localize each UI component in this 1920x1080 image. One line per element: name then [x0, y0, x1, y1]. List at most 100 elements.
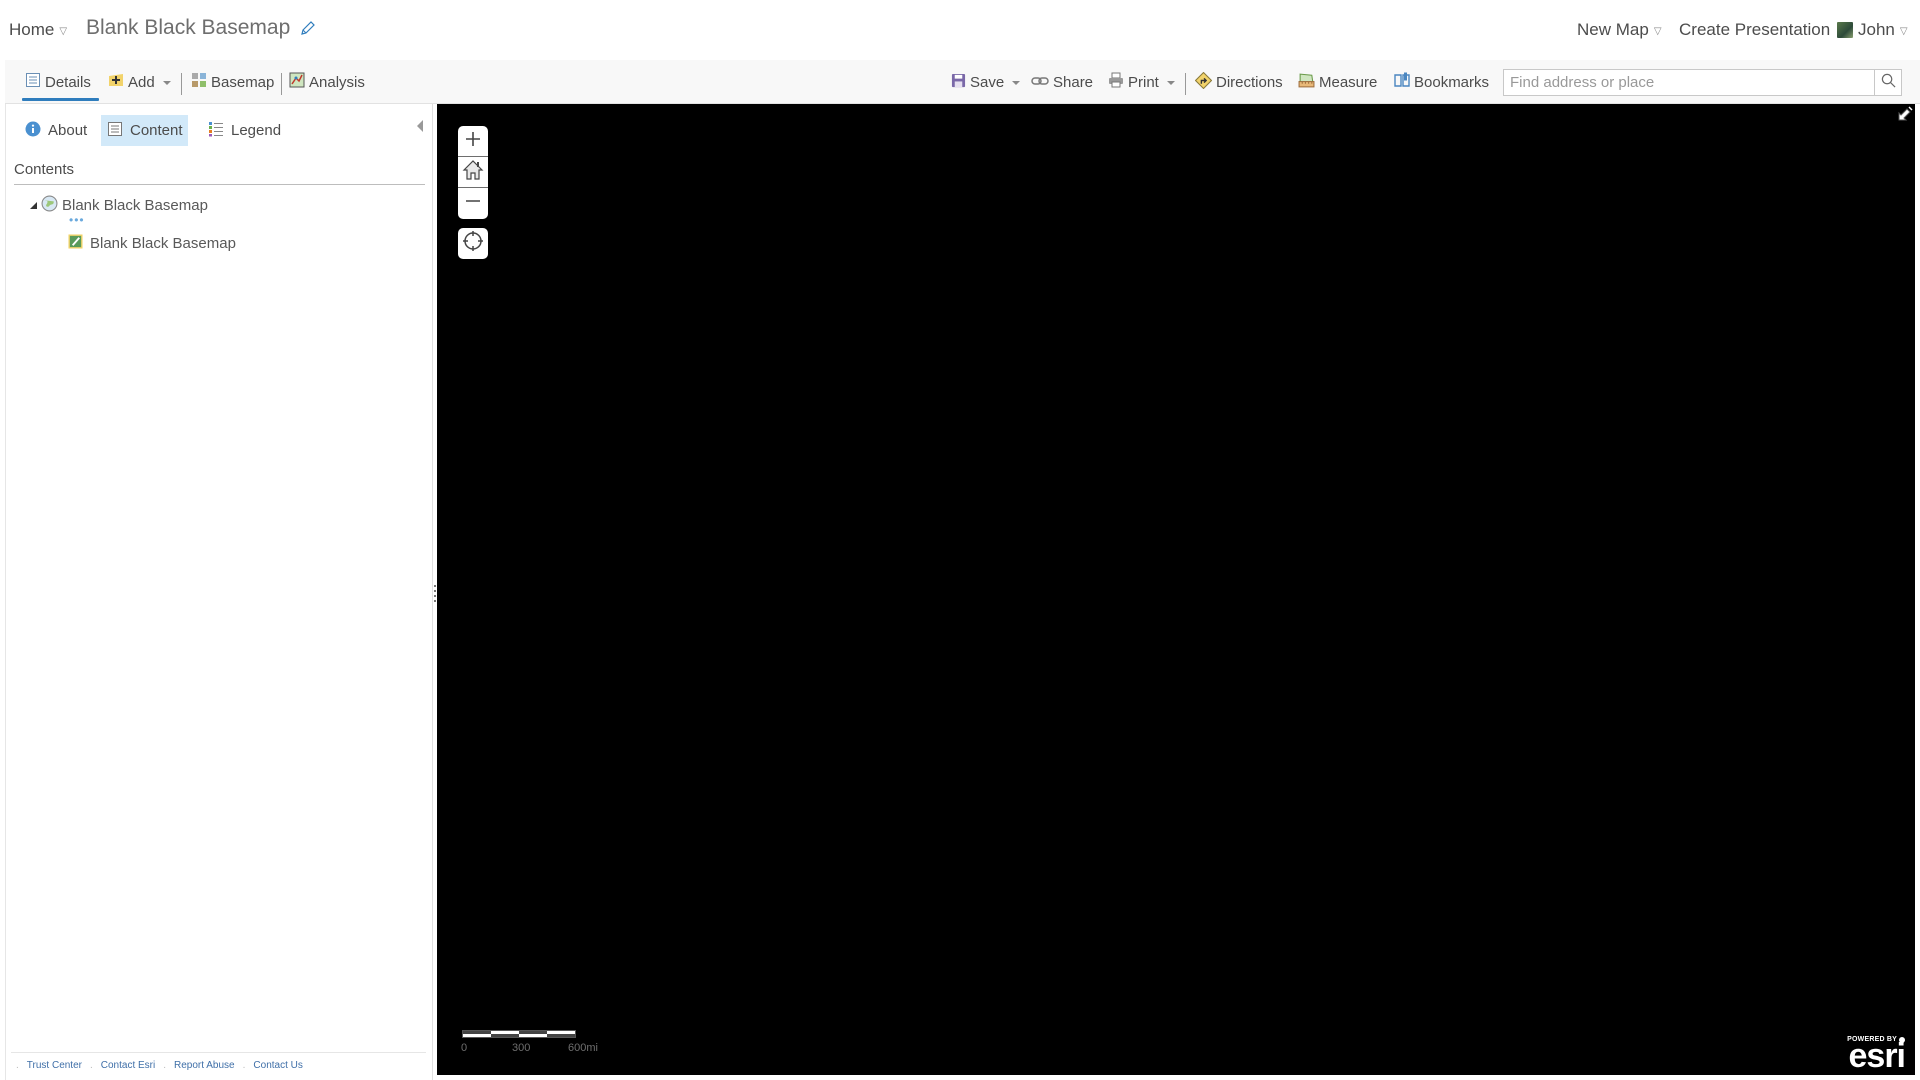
scale-segment: [519, 1031, 547, 1037]
basemap-layer-row[interactable]: Blank Black Basemap: [68, 234, 236, 253]
home-label: Home: [9, 20, 55, 39]
avatar: [1837, 22, 1853, 38]
tile-layer-icon: [68, 234, 83, 253]
analysis-button[interactable]: Analysis: [289, 70, 365, 94]
scale-segment: [463, 1031, 491, 1037]
contact-esri-link[interactable]: Contact Esri: [101, 1060, 155, 1071]
chevron-down-icon: ▽: [1899, 25, 1908, 37]
scale-label-600: 600mi: [568, 1042, 598, 1054]
share-link-icon: [1031, 74, 1049, 91]
grip-dot: [434, 590, 436, 592]
report-abuse-link[interactable]: Report Abuse: [174, 1060, 235, 1071]
chevron-down-icon: ▽: [59, 25, 68, 37]
details-button[interactable]: Details: [25, 70, 91, 94]
toolbar-divider: [281, 73, 282, 95]
info-icon: [25, 121, 41, 141]
measure-icon: [1298, 72, 1315, 93]
share-label: Share: [1053, 73, 1094, 91]
trust-center-link[interactable]: Trust Center: [27, 1060, 82, 1071]
footer-separator: .: [163, 1060, 167, 1071]
minus-icon: [465, 193, 481, 214]
tab-about[interactable]: About: [19, 115, 93, 146]
basemap-button[interactable]: Basemap: [191, 70, 274, 94]
esri-logo[interactable]: POWERED BY esri: [1847, 1036, 1906, 1073]
scale-segment: [547, 1031, 575, 1037]
globe-icon: [41, 195, 58, 216]
basemap-group-label: Blank Black Basemap: [62, 197, 208, 214]
add-button[interactable]: Add: [108, 70, 171, 94]
new-map-label: New Map: [1577, 20, 1649, 39]
analysis-label: Analysis: [309, 73, 365, 91]
save-label: Save: [970, 73, 1005, 91]
map-title: Blank Black Basemap: [86, 16, 316, 40]
toolbar-divider: [1185, 73, 1186, 95]
create-presentation-link[interactable]: Create Presentation: [1679, 20, 1830, 40]
scale-segment: [491, 1031, 519, 1037]
caret-down-icon: [162, 81, 171, 85]
new-map-menu[interactable]: New Map ▽: [1577, 20, 1662, 40]
directions-button[interactable]: Directions: [1194, 70, 1283, 94]
basemap-icon: [191, 72, 207, 92]
grip-dot: [434, 585, 436, 587]
footer-separator: .: [89, 1060, 93, 1071]
footer-separator: .: [16, 1060, 19, 1071]
map-title-text: Blank Black Basemap: [86, 16, 291, 39]
scale-label-0: 0: [461, 1042, 468, 1054]
basemap-label: Basemap: [211, 73, 275, 91]
tab-legend[interactable]: Legend: [202, 115, 287, 146]
tab-about-label: About: [48, 122, 88, 139]
bookmarks-label: Bookmarks: [1414, 73, 1490, 91]
crosshair-icon: [462, 230, 484, 257]
caret-down-icon: [1166, 81, 1175, 85]
tab-content[interactable]: Content: [101, 115, 188, 146]
scale-label-300: 300: [512, 1042, 531, 1054]
user-menu[interactable]: John ▽: [1837, 20, 1908, 40]
more-options-icon[interactable]: •••: [69, 214, 85, 226]
contents-heading: Contents: [14, 161, 75, 178]
grip-dot: [434, 600, 436, 602]
details-icon: [25, 72, 41, 92]
contents-divider: [14, 184, 425, 185]
edit-pencil-icon[interactable]: [300, 20, 316, 36]
add-icon: [108, 72, 124, 92]
expand-map-icon[interactable]: [1897, 106, 1913, 127]
main-toolbar: Details Add Basemap Analysis Save Share …: [5, 60, 1920, 104]
search-icon: [1881, 73, 1896, 93]
plus-icon: [465, 131, 481, 152]
measure-label: Measure: [1319, 73, 1378, 91]
contact-us-link[interactable]: Contact Us: [253, 1060, 302, 1071]
measure-button[interactable]: Measure: [1298, 70, 1377, 94]
analysis-icon: [289, 72, 305, 92]
footer-separator: .: [242, 1060, 246, 1071]
save-button[interactable]: Save: [951, 70, 1021, 94]
zoom-in-button[interactable]: [458, 126, 488, 157]
home-extent-button[interactable]: [458, 157, 488, 188]
search-input[interactable]: [1504, 70, 1874, 95]
map-view[interactable]: 0 300 600mi POWERED BY esri: [437, 104, 1915, 1075]
app-header: Home ▽ Blank Black Basemap New Map ▽ Cre…: [0, 0, 1920, 60]
search-button[interactable]: [1874, 70, 1901, 95]
basemap-group-row[interactable]: Blank Black Basemap: [30, 195, 208, 216]
tab-content-label: Content: [130, 122, 183, 139]
search-box: [1503, 69, 1902, 96]
directions-label: Directions: [1216, 73, 1283, 91]
save-icon: [951, 73, 966, 92]
directions-icon: [1194, 71, 1213, 93]
bookmarks-icon: [1394, 72, 1410, 92]
details-panel: About Content Legend Contents Blank Blac…: [5, 104, 432, 1080]
home-menu[interactable]: Home ▽: [9, 20, 67, 40]
active-tab-indicator: [22, 98, 99, 101]
expand-triangle-icon[interactable]: [30, 202, 37, 209]
add-label: Add: [128, 73, 155, 91]
user-name: John: [1858, 20, 1895, 39]
zoom-out-button[interactable]: [458, 188, 488, 219]
legend-icon: [208, 121, 224, 141]
locate-button[interactable]: [458, 228, 488, 259]
scale-bar: 0 300 600mi: [461, 1030, 598, 1054]
print-button[interactable]: Print: [1108, 70, 1175, 94]
bookmarks-button[interactable]: Bookmarks: [1394, 70, 1489, 94]
share-button[interactable]: Share: [1031, 70, 1093, 94]
collapse-panel-icon[interactable]: [417, 120, 423, 132]
toolbar-divider: [181, 73, 182, 95]
details-label: Details: [45, 73, 91, 91]
